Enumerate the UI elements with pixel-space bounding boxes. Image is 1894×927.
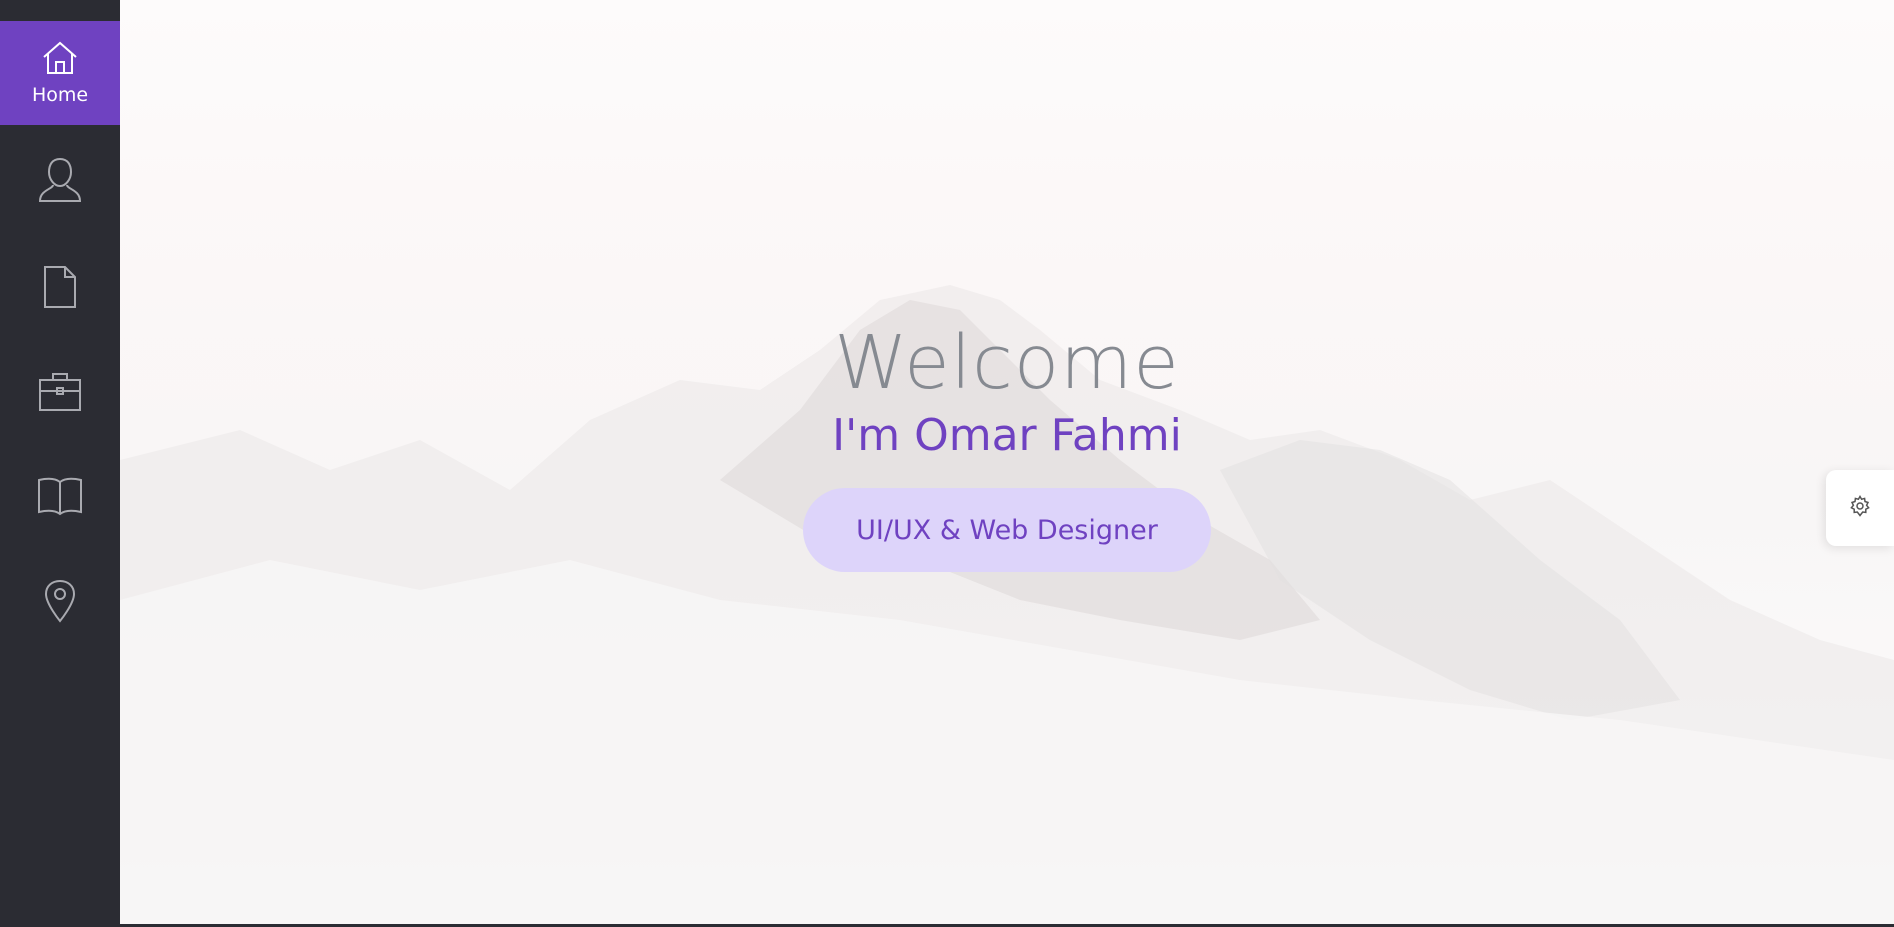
welcome-heading: Welcome <box>834 320 1180 406</box>
hero-content: Welcome I'm Omar Fahmi UI/UX & Web Desig… <box>120 320 1894 572</box>
hero-section: Welcome I'm Omar Fahmi UI/UX & Web Desig… <box>120 0 1894 924</box>
sidebar-item-about[interactable] <box>0 128 120 232</box>
sidebar-item-portfolio[interactable] <box>0 340 120 444</box>
sidebar-item-resume[interactable] <box>0 235 120 339</box>
sidebar-item-home[interactable]: Home <box>0 21 120 125</box>
location-pin-icon <box>43 578 77 624</box>
sidebar: Home <box>0 0 120 927</box>
role-badge: UI/UX & Web Designer <box>803 488 1211 572</box>
book-icon <box>36 475 84 517</box>
name-heading: I'm Omar Fahmi <box>832 410 1182 461</box>
user-icon <box>37 156 83 204</box>
sidebar-item-blog[interactable] <box>0 444 120 548</box>
home-icon <box>41 40 79 76</box>
settings-toggle-button[interactable] <box>1826 470 1894 546</box>
document-icon <box>42 264 78 310</box>
briefcase-icon <box>37 371 83 413</box>
sidebar-item-label: Home <box>31 84 89 106</box>
sidebar-item-contact[interactable] <box>0 549 120 653</box>
gear-icon <box>1849 494 1871 522</box>
